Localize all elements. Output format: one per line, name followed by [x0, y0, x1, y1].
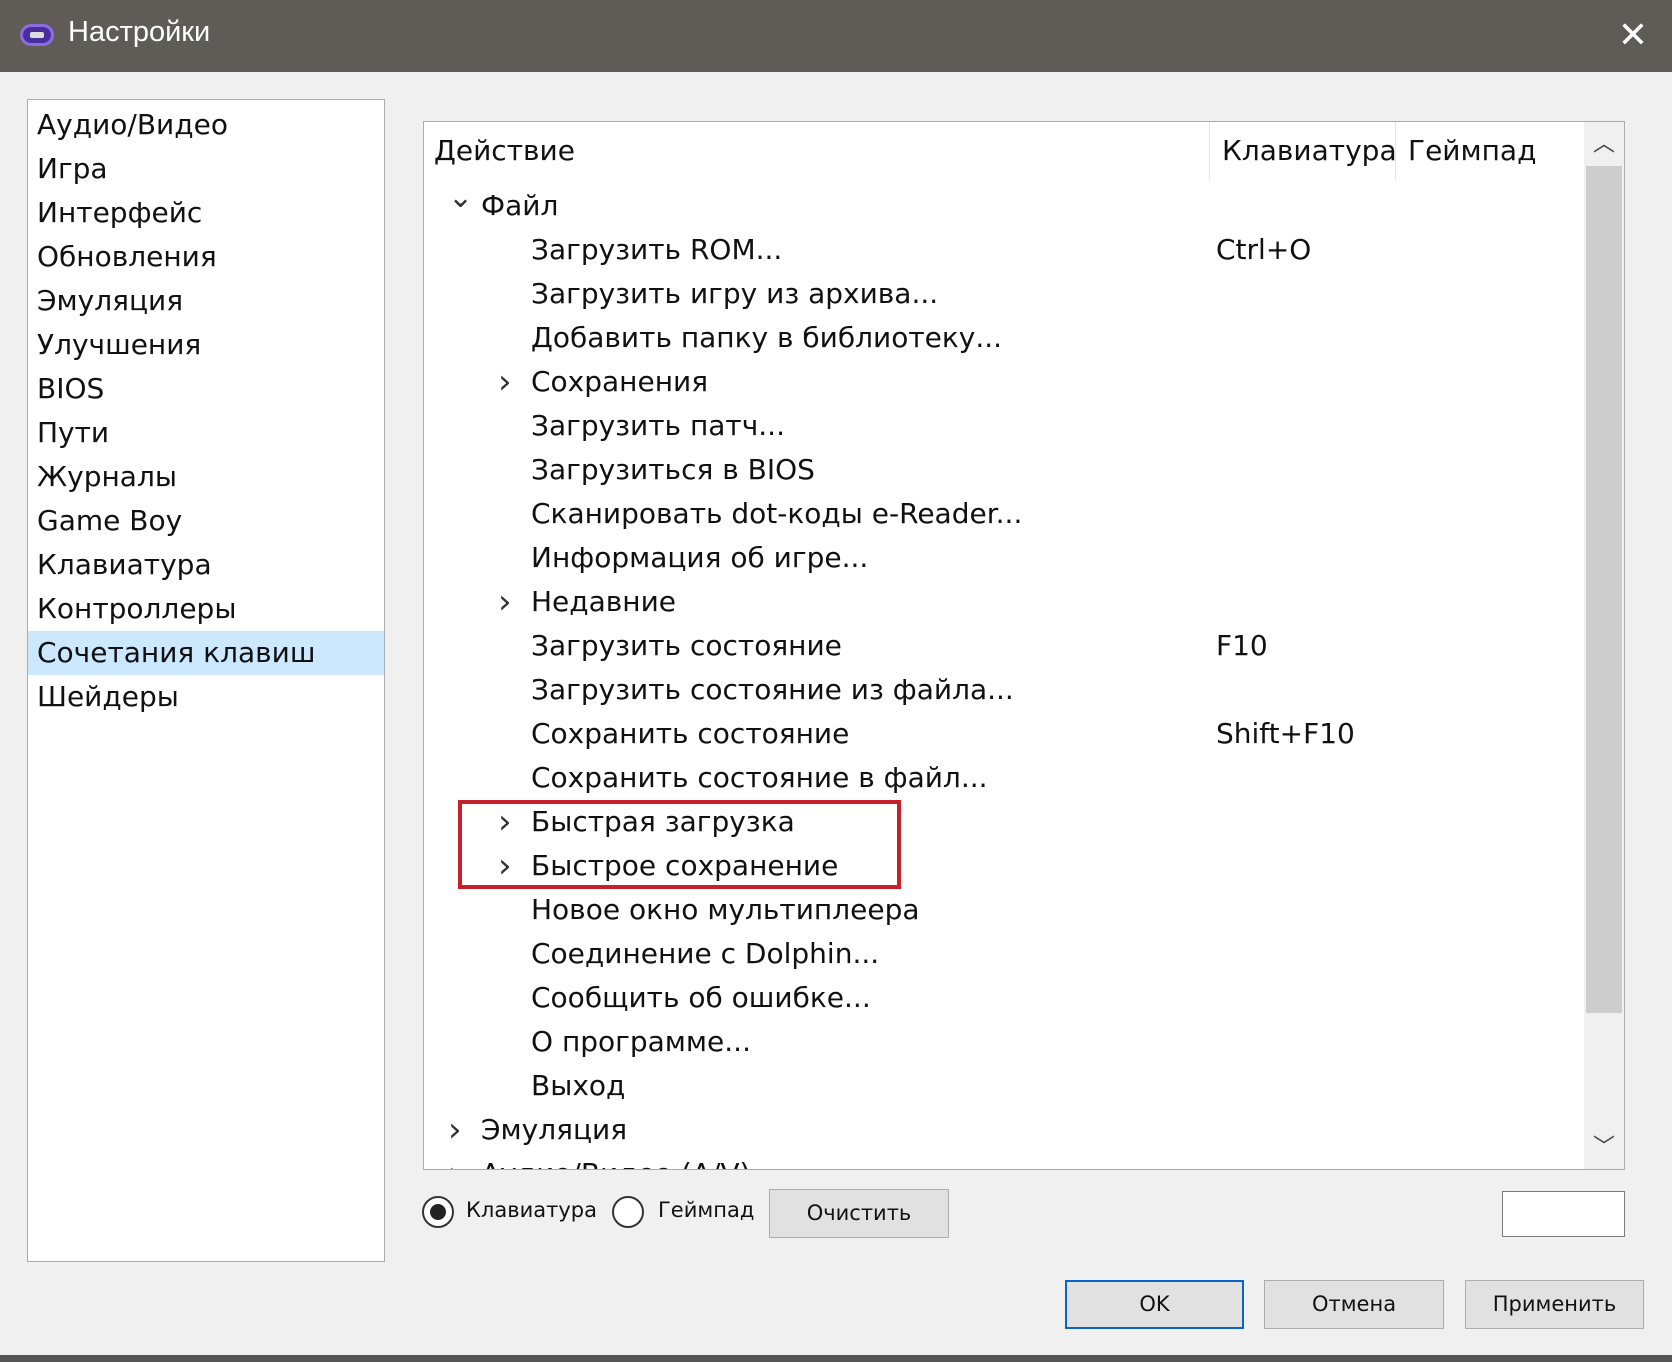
row-label: Загрузиться в BIOS [531, 453, 815, 486]
tree-row[interactable]: Информация об игре... [424, 536, 1584, 580]
chevron-right-icon[interactable]: › [498, 360, 512, 404]
row-keyboard-shortcut: Shift+F10 [1216, 717, 1355, 750]
key-input[interactable] [1502, 1191, 1625, 1237]
sidebar-item[interactable]: Game Boy [28, 499, 384, 543]
row-label: Выход [531, 1069, 626, 1102]
row-label: О программе... [531, 1025, 751, 1058]
sidebar-item[interactable]: Эмуляция [28, 279, 384, 323]
tree-row[interactable]: › Аудио/Видео (A/V) [424, 1152, 1584, 1169]
vertical-scrollbar[interactable]: ︿ ﹀ [1584, 122, 1624, 1169]
row-label: Аудио/Видео (A/V) [481, 1152, 750, 1169]
shortcuts-tree[interactable]: Действие Клавиатура Геймпад ⌄ Файл Загрузи… [423, 121, 1625, 1170]
radio-keyboard[interactable] [422, 1196, 454, 1228]
chevron-right-icon[interactable]: › [498, 800, 512, 844]
row-keyboard-shortcut: Ctrl+O [1216, 233, 1312, 266]
window-title: Настройки [68, 16, 211, 48]
column-action[interactable]: Действие [434, 134, 575, 167]
row-label: Сохранить состояние [531, 717, 850, 750]
clear-button[interactable]: Очистить [769, 1189, 949, 1238]
tree-row[interactable]: ⌄ Файл [424, 180, 1584, 228]
sidebar-item[interactable]: Шейдеры [28, 675, 384, 719]
sidebar-item[interactable]: Сочетания клавиш [28, 631, 384, 675]
title-bar: Настройки ✕ [0, 0, 1672, 72]
row-label: Соединение с Dolphin... [531, 937, 880, 970]
row-label: Загрузить ROM... [531, 233, 783, 266]
sidebar-item[interactable]: Аудио/Видео [28, 103, 384, 147]
row-label: Быстрая загрузка [531, 805, 795, 838]
row-label: Сообщить об ошибке... [531, 981, 871, 1014]
settings-category-list[interactable]: Аудио/Видео Игра Интерфейс Обновления Эмуляц… [27, 99, 385, 1262]
tree-row[interactable]: Загрузить игру из архива... [424, 272, 1584, 316]
radio-gamepad[interactable] [612, 1196, 644, 1228]
sidebar-item[interactable]: Клавиатура [28, 543, 384, 587]
row-label: Новое окно мультиплеера [531, 893, 920, 926]
tree-row[interactable]: › Быстрое сохранение [424, 844, 1584, 888]
row-label: Информация об игре... [531, 541, 869, 574]
tree-row[interactable]: Сохранить состояние в файл... [424, 756, 1584, 800]
radio-keyboard-label[interactable]: Клавиатура [466, 1198, 597, 1222]
ok-button[interactable]: OK [1065, 1280, 1244, 1329]
radio-gamepad-label[interactable]: Геймпад [658, 1198, 754, 1222]
row-label: Файл [481, 189, 559, 222]
chevron-right-icon[interactable]: › [448, 1108, 462, 1152]
tree-row[interactable]: Новое окно мультиплеера [424, 888, 1584, 932]
tree-row[interactable]: › Сохранения [424, 360, 1584, 404]
sidebar-item[interactable]: Интерфейс [28, 191, 384, 235]
tree-row[interactable]: Загрузить ROM... Ctrl+O [424, 228, 1584, 272]
tree-row[interactable]: › Быстрая загрузка [424, 800, 1584, 844]
row-label: Быстрое сохранение [531, 849, 839, 882]
scroll-down-icon[interactable]: ﹀ [1584, 1129, 1624, 1161]
close-icon[interactable]: ✕ [1618, 14, 1648, 56]
tree-row[interactable]: Выход [424, 1064, 1584, 1108]
tree-row[interactable]: О программе... [424, 1020, 1584, 1064]
cancel-button[interactable]: Отмена [1264, 1280, 1444, 1329]
row-label: Добавить папку в библиотеку... [531, 321, 1003, 354]
tree-row[interactable]: Сохранить состояние Shift+F10 [424, 712, 1584, 756]
sidebar-item[interactable]: Журналы [28, 455, 384, 499]
chevron-right-icon[interactable]: › [448, 1152, 462, 1169]
sidebar-item[interactable]: Игра [28, 147, 384, 191]
row-label: Загрузить игру из архива... [531, 277, 939, 310]
scrollbar-thumb[interactable] [1586, 166, 1622, 1013]
sidebar-item[interactable]: Обновления [28, 235, 384, 279]
row-label: Загрузить состояние из файла... [531, 673, 1014, 706]
sidebar-item[interactable]: Контроллеры [28, 587, 384, 631]
row-label: Сканировать dot-коды e-Reader... [531, 497, 1023, 530]
chevron-right-icon[interactable]: › [498, 580, 512, 624]
tree-row[interactable]: Сканировать dot-коды e-Reader... [424, 492, 1584, 536]
column-keyboard[interactable]: Клавиатура [1222, 134, 1397, 167]
row-label: Загрузить патч... [531, 409, 785, 442]
apply-button[interactable]: Применить [1465, 1280, 1644, 1329]
row-label: Загрузить состояние [531, 629, 842, 662]
chevron-down-icon[interactable]: ⌄ [448, 176, 473, 220]
row-label: Сохранить состояние в файл... [531, 761, 988, 794]
tree-row[interactable]: Загрузить состояние из файла... [424, 668, 1584, 712]
scroll-up-icon[interactable]: ︿ [1584, 126, 1624, 158]
row-keyboard-shortcut: F10 [1216, 629, 1268, 662]
sidebar-item[interactable]: Пути [28, 411, 384, 455]
tree-row[interactable]: › Недавние [424, 580, 1584, 624]
sidebar-item[interactable]: Улучшения [28, 323, 384, 367]
row-label: Эмуляция [481, 1113, 628, 1146]
tree-row[interactable]: › Эмуляция [424, 1108, 1584, 1152]
chevron-right-icon[interactable]: › [498, 844, 512, 888]
window-border [0, 1355, 1672, 1362]
tree-row[interactable]: Загрузить патч... [424, 404, 1584, 448]
column-gamepad[interactable]: Геймпад [1408, 134, 1536, 167]
row-label: Сохранения [531, 365, 709, 398]
tree-row[interactable]: Загрузиться в BIOS [424, 448, 1584, 492]
tree-row[interactable]: Добавить папку в библиотеку... [424, 316, 1584, 360]
gamepad-app-icon [20, 24, 54, 46]
row-label: Недавние [531, 585, 677, 618]
tree-header: Действие Клавиатура Геймпад [424, 122, 1584, 180]
tree-row[interactable]: Соединение с Dolphin... [424, 932, 1584, 976]
sidebar-item[interactable]: BIOS [28, 367, 384, 411]
tree-row[interactable]: Загрузить состояние F10 [424, 624, 1584, 668]
tree-row[interactable]: Сообщить об ошибке... [424, 976, 1584, 1020]
